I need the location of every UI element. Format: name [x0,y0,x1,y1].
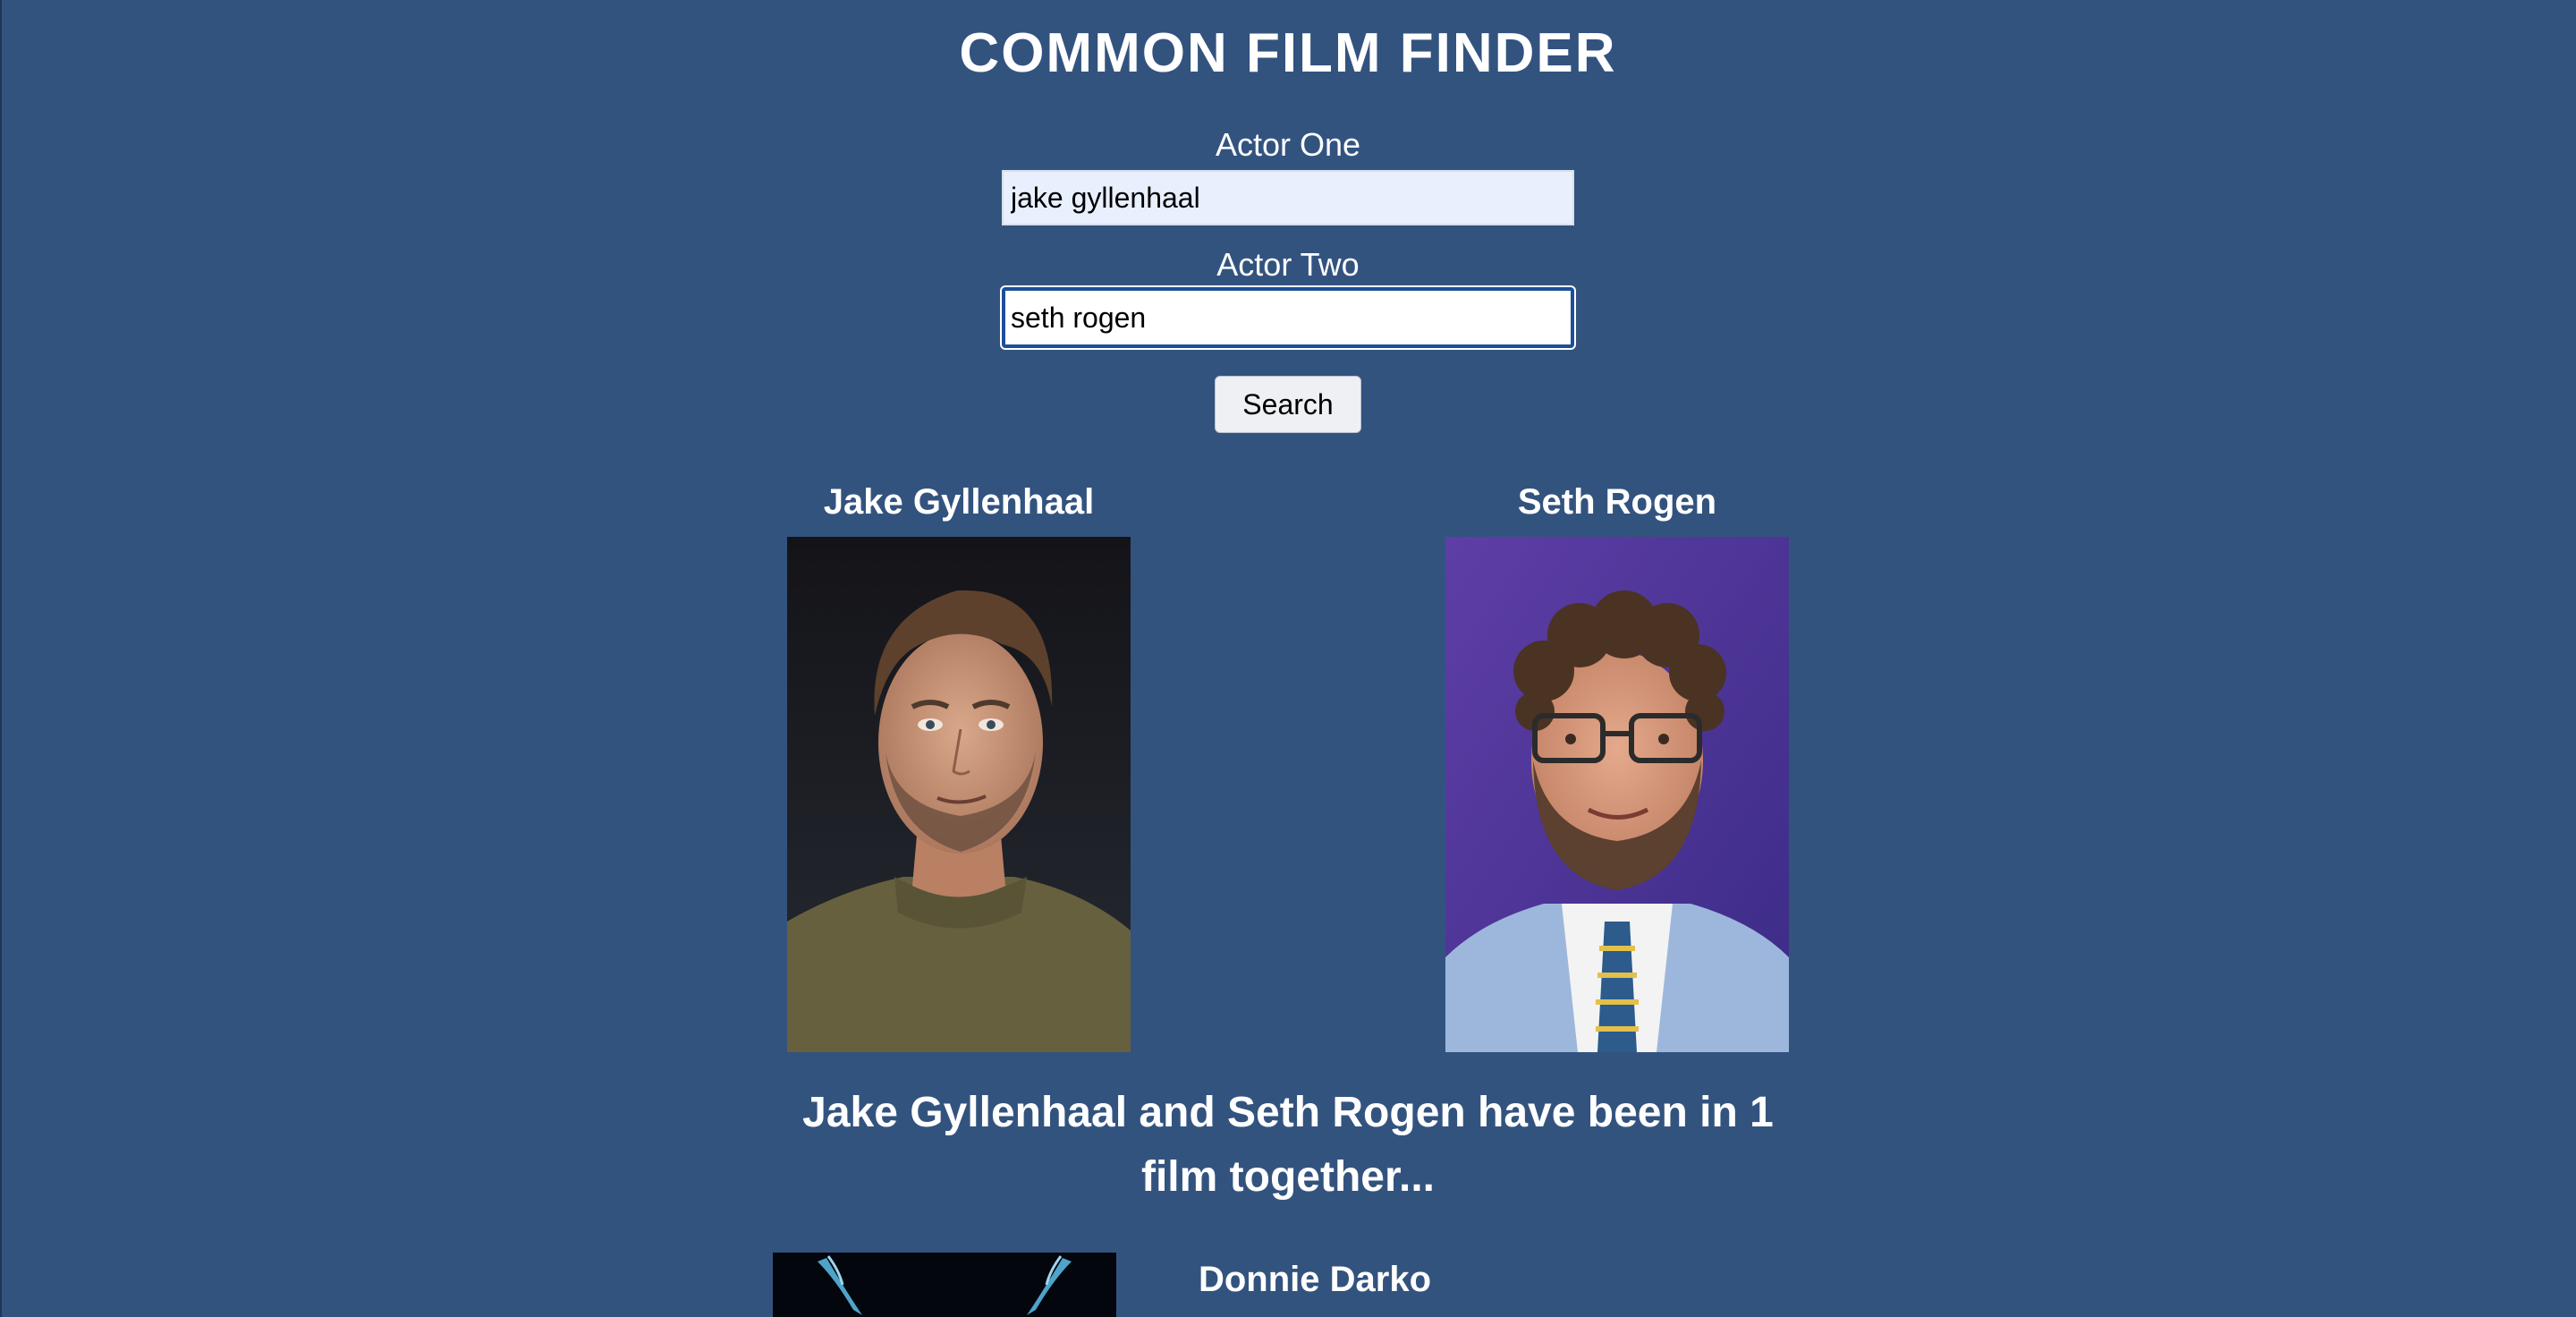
film-poster[interactable] [773,1253,1116,1317]
result-summary: Jake Gyllenhaal and Seth Rogen have been… [802,1089,1774,1201]
actor-one-input[interactable] [1002,170,1574,225]
actor-two-name: Seth Rogen [1517,482,1717,522]
actor-one-name: Jake Gyllenhaal [823,482,1095,522]
search-button[interactable]: Search [1215,376,1361,433]
actor-two-label: Actor Two [1216,246,1360,283]
actor-two-input[interactable] [1002,287,1574,348]
actor-one-photo [787,537,1131,1052]
page-title: COMMON FILM FINDER [959,22,1617,84]
window-edge [0,0,2,1317]
film-title[interactable]: Donnie Darko [1163,1253,1467,1306]
actor-one-label: Actor One [1215,126,1361,163]
actor-two-photo [1445,537,1789,1052]
